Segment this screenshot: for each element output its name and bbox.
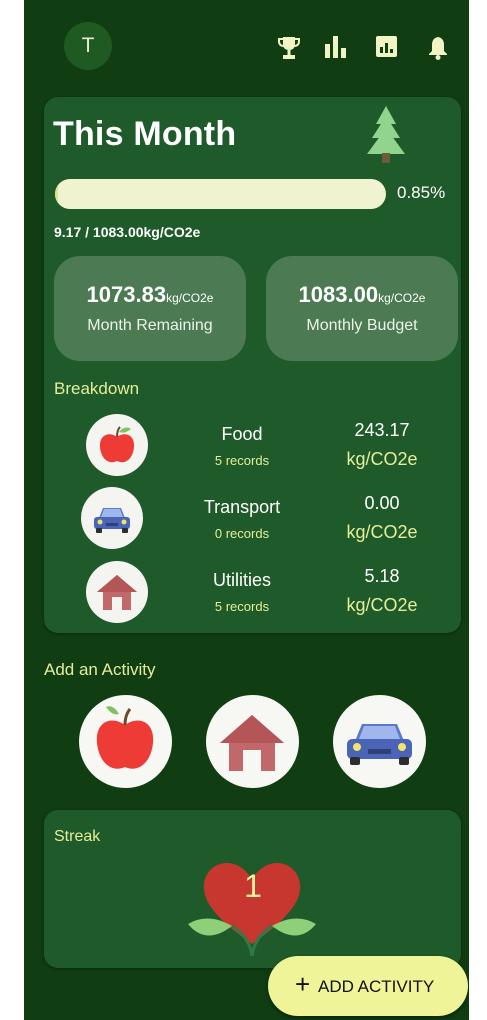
monthly-budget-value-row: 1083.00kg/CO2e [266, 282, 458, 308]
amount-value: 243.17 [354, 420, 410, 440]
amount-value: 0.00 [364, 493, 400, 513]
car-icon [333, 724, 426, 792]
month-remaining-value: 1073.83 [86, 282, 167, 307]
breakdown-label: Breakdown [54, 379, 140, 398]
avatar[interactable]: T [64, 22, 112, 70]
page-title: This Month [53, 115, 237, 153]
month-remaining-card: 1073.83kg/CO2e Month Remaining [54, 256, 246, 361]
add-activity-label: Add an Activity [44, 660, 156, 679]
month-remaining-value-row: 1073.83kg/CO2e [54, 282, 246, 308]
add-activity-button-label: ADD ACTIVITY [318, 977, 435, 996]
category-records: 5 records [214, 453, 270, 468]
monthly-budget-label: Monthly Budget [306, 317, 418, 334]
amount-value: 5.18 [364, 566, 400, 586]
monthly-budget-unit: kg/CO2e [378, 291, 426, 305]
add-activity-button[interactable]: + ADD ACTIVITY [268, 956, 468, 1016]
tree-icon [366, 106, 406, 169]
apple-icon [79, 706, 172, 792]
top-bar: T [24, 0, 469, 96]
bar-chart-icon[interactable] [325, 36, 347, 63]
progress-percent: 0.85% [397, 183, 446, 202]
trophy-icon[interactable] [278, 36, 300, 65]
app-screen: T This Month 0.85% 9.17 / 1083.00kg/CO2e… [24, 0, 469, 1020]
add-utilities-button[interactable] [206, 695, 299, 788]
monthly-budget-card: 1083.00kg/CO2e Monthly Budget [266, 256, 458, 361]
breakdown-category: Transport 0 records [187, 497, 297, 541]
amount-unit: kg/CO2e [346, 595, 418, 615]
transport-icon-circle [81, 487, 143, 549]
month-remaining-label: Month Remaining [87, 317, 213, 334]
breakdown-amount: 243.17 kg/CO2e [322, 420, 442, 470]
category-records: 5 records [214, 599, 270, 614]
category-name: Transport [203, 497, 281, 517]
utilities-icon-circle [86, 561, 148, 623]
breakdown-category: Food 5 records [187, 424, 297, 468]
category-name: Utilities [212, 570, 271, 590]
breakdown-amount: 0.00 kg/CO2e [322, 493, 442, 543]
report-icon[interactable] [376, 36, 397, 62]
amount-unit: kg/CO2e [346, 522, 418, 542]
budget-progress-bar [55, 179, 386, 209]
house-icon [206, 715, 299, 792]
food-icon-circle [86, 414, 148, 476]
add-transport-button[interactable] [333, 695, 426, 788]
month-card [44, 97, 461, 633]
streak-count: 1 [244, 868, 262, 904]
category-name: Food [221, 424, 263, 444]
monthly-budget-value: 1083.00 [298, 282, 379, 307]
add-food-button[interactable] [79, 695, 172, 788]
breakdown-category: Utilities 5 records [187, 570, 297, 614]
plus-icon: + [295, 969, 311, 999]
category-records: 0 records [214, 526, 270, 541]
usage-text: 9.17 / 1083.00kg/CO2e [54, 224, 201, 240]
amount-unit: kg/CO2e [346, 449, 418, 469]
bell-icon[interactable] [428, 36, 448, 65]
month-remaining-unit: kg/CO2e [166, 291, 214, 305]
breakdown-amount: 5.18 kg/CO2e [322, 566, 442, 616]
streak-label: Streak [54, 828, 101, 845]
